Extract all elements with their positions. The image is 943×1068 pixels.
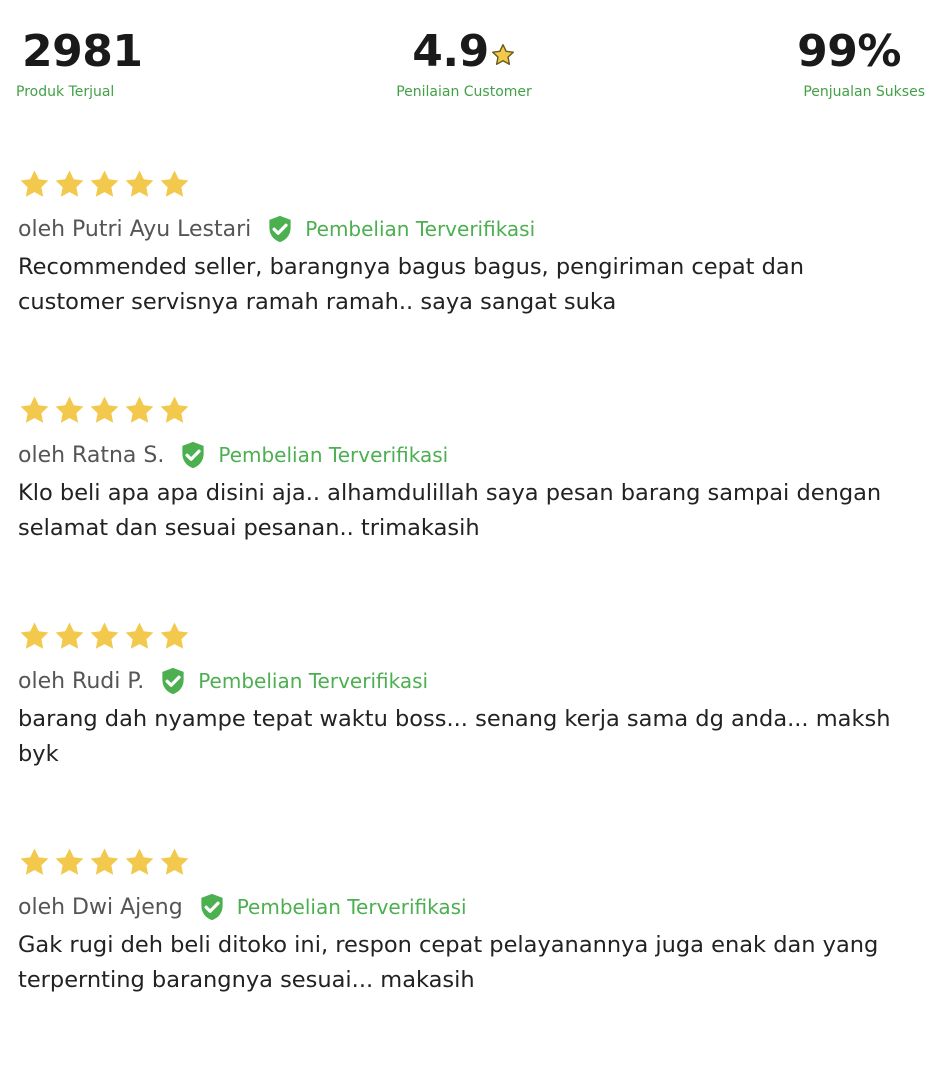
verified-badge: Pembelian Terverifikasi — [178, 440, 448, 470]
verified-badge-label: Pembelian Terverifikasi — [218, 443, 449, 467]
star-icon — [90, 395, 119, 423]
review-author: oleh Putri Ayu Lestari — [18, 216, 252, 242]
review-comment: Gak rugi deh beli ditoko ini, respon cep… — [18, 932, 879, 993]
stat-label: Penjualan Sukses — [803, 84, 925, 100]
star-icon — [160, 395, 189, 423]
verified-shield-icon — [201, 893, 223, 921]
star-icon — [55, 621, 84, 649]
star-icon — [125, 621, 154, 649]
star-icon — [20, 395, 49, 423]
star-rating — [18, 164, 928, 204]
review-author: oleh Rudi P. — [18, 668, 145, 694]
review-item: oleh Ratna S. Pembelian Terverifikasi Kl… — [18, 390, 928, 616]
star-icon — [55, 395, 84, 423]
star-icon — [160, 169, 189, 197]
star-icon — [125, 847, 154, 875]
verified-badge-label: Pembelian Terverifikasi — [305, 217, 536, 241]
stat-label: Produk Terjual — [16, 84, 115, 100]
star-rating — [18, 390, 928, 430]
stats-bar: 2981 Produk Terjual 4.9 Penilaian Custom… — [0, 22, 943, 112]
verified-shield-icon — [162, 667, 184, 695]
star-icon — [125, 169, 154, 197]
review-item: oleh Putri Ayu Lestari Pembelian Terveri… — [18, 164, 928, 390]
stat-value: 2981 — [22, 26, 143, 77]
star-rating — [18, 616, 928, 656]
review-item: oleh Dwi Ajeng Pembelian Terverifikasi G… — [18, 842, 928, 1068]
stat-label: Penilaian Customer — [396, 84, 532, 100]
stat-sales-success: 99% Penjualan Sukses — [797, 22, 925, 101]
star-icon — [20, 621, 49, 649]
star-icon — [90, 169, 119, 197]
stat-value: 99% — [797, 26, 901, 77]
verified-shield-icon — [269, 215, 291, 243]
star-rating — [18, 842, 928, 882]
star-icon — [20, 847, 49, 875]
review-comment: barang dah nyampe tepat waktu boss... se… — [18, 706, 891, 767]
verified-shield-icon — [182, 441, 204, 469]
review-comment: Recommended seller, barangnya bagus bagu… — [18, 254, 804, 315]
verified-badge-label: Pembelian Terverifikasi — [236, 895, 467, 919]
star-icon — [55, 847, 84, 875]
verified-badge: Pembelian Terverifikasi — [197, 892, 467, 922]
star-icon — [125, 395, 154, 423]
star-icon — [160, 621, 189, 649]
stat-customer-rating: 4.9 Penilaian Customer — [382, 22, 546, 101]
review-author: oleh Dwi Ajeng — [18, 894, 183, 920]
verified-badge: Pembelian Terverifikasi — [158, 666, 428, 696]
star-icon — [20, 169, 49, 197]
stat-value: 4.9 — [412, 26, 489, 77]
review-item: oleh Rudi P. Pembelian Terverifikasi bar… — [18, 616, 928, 842]
verified-badge: Pembelian Terverifikasi — [265, 214, 535, 244]
review-comment: Klo beli apa apa disini aja.. alhamdulil… — [18, 480, 882, 541]
review-author: oleh Ratna S. — [18, 442, 165, 468]
review-list: oleh Putri Ayu Lestari Pembelian Terveri… — [18, 164, 928, 1068]
star-icon — [491, 44, 514, 66]
star-icon — [160, 847, 189, 875]
star-icon — [90, 847, 119, 875]
star-icon — [90, 621, 119, 649]
verified-badge-label: Pembelian Terverifikasi — [198, 669, 429, 693]
star-icon — [55, 169, 84, 197]
stat-products-sold: 2981 Produk Terjual — [16, 22, 143, 101]
